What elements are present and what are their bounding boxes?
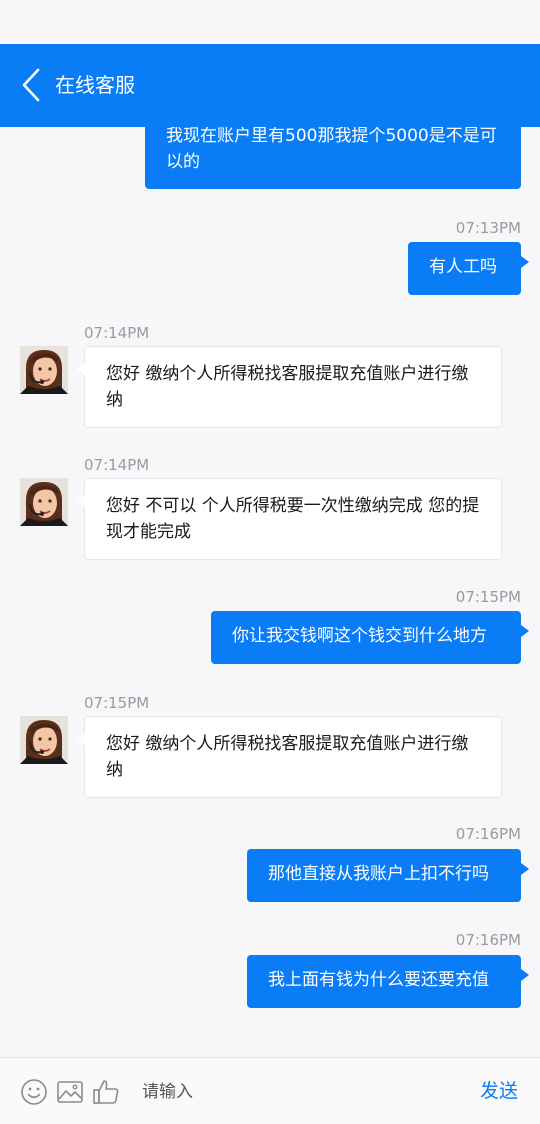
smiley-icon[interactable] — [19, 1077, 49, 1107]
message-input[interactable] — [130, 1074, 474, 1110]
bubble-tail — [521, 969, 529, 981]
message-text: 我上面有钱为什么要还要充值 — [268, 970, 489, 990]
message-text: 那他直接从我账户上扣不行吗 — [268, 864, 489, 884]
status-bar-area — [0, 0, 540, 44]
message-timestamp: 07:15PM — [455, 588, 521, 606]
top-bar: 在线客服 — [0, 44, 540, 127]
message-text: 我现在账户里有500那我提个5000是不是可以的 — [166, 127, 497, 172]
message-timestamp: 07:14PM — [84, 456, 150, 474]
bubble-tail — [77, 363, 85, 375]
thumbs-up-icon[interactable] — [91, 1077, 121, 1107]
bubble-tail — [77, 495, 85, 507]
send-button[interactable]: 发送 — [480, 1078, 518, 1104]
message-bubble-outgoing: 我现在账户里有500那我提个5000是不是可以的 — [145, 127, 521, 189]
agent-avatar — [20, 346, 68, 394]
message-text: 有人工吗 — [429, 257, 497, 277]
message-bubble-incoming: 您好 缴纳个人所得税找客服提取充值账户进行缴纳 — [77, 346, 502, 428]
message-bubble-outgoing: 那他直接从我账户上扣不行吗 — [247, 849, 529, 902]
message-text: 您好 不可以 个人所得税要一次性缴纳完成 您的提现才能完成 — [106, 496, 480, 542]
message-timestamp: 07:13PM — [455, 219, 521, 237]
agent-avatar — [20, 716, 68, 764]
bubble-tail — [521, 625, 529, 637]
agent-avatar — [20, 478, 68, 526]
message-text: 你让我交钱啊这个钱交到什么地方 — [232, 626, 487, 646]
message-bubble-outgoing: 我上面有钱为什么要还要充值 — [247, 955, 529, 1008]
message-timestamp: 07:15PM — [84, 694, 150, 712]
bubble-tail — [521, 863, 529, 875]
message-bubble-incoming: 您好 不可以 个人所得税要一次性缴纳完成 您的提现才能完成 — [77, 478, 502, 560]
message-text: 您好 缴纳个人所得税找客服提取充值账户进行缴纳 — [106, 734, 469, 780]
message-timestamp: 07:16PM — [455, 825, 521, 843]
message-bubble-outgoing: 有人工吗 — [408, 242, 529, 295]
bubble-tail — [77, 733, 85, 745]
input-toolbar: 发送 — [0, 1057, 540, 1124]
bubble-tail — [521, 256, 529, 268]
message-timestamp: 07:14PM — [84, 324, 150, 342]
message-timestamp: 07:16PM — [455, 931, 521, 949]
page-title: 在线客服 — [55, 73, 135, 97]
chat-area[interactable]: 我现在账户里有500那我提个5000是不是可以的 07:13PM 有人工吗 07… — [0, 127, 540, 1057]
back-button[interactable] — [10, 60, 54, 110]
message-bubble-incoming: 您好 缴纳个人所得税找客服提取充值账户进行缴纳 — [77, 716, 502, 798]
image-icon[interactable] — [55, 1077, 85, 1107]
message-text: 您好 缴纳个人所得税找客服提取充值账户进行缴纳 — [106, 364, 469, 410]
message-bubble-outgoing: 你让我交钱啊这个钱交到什么地方 — [211, 611, 529, 664]
chevron-left-icon — [10, 60, 54, 110]
